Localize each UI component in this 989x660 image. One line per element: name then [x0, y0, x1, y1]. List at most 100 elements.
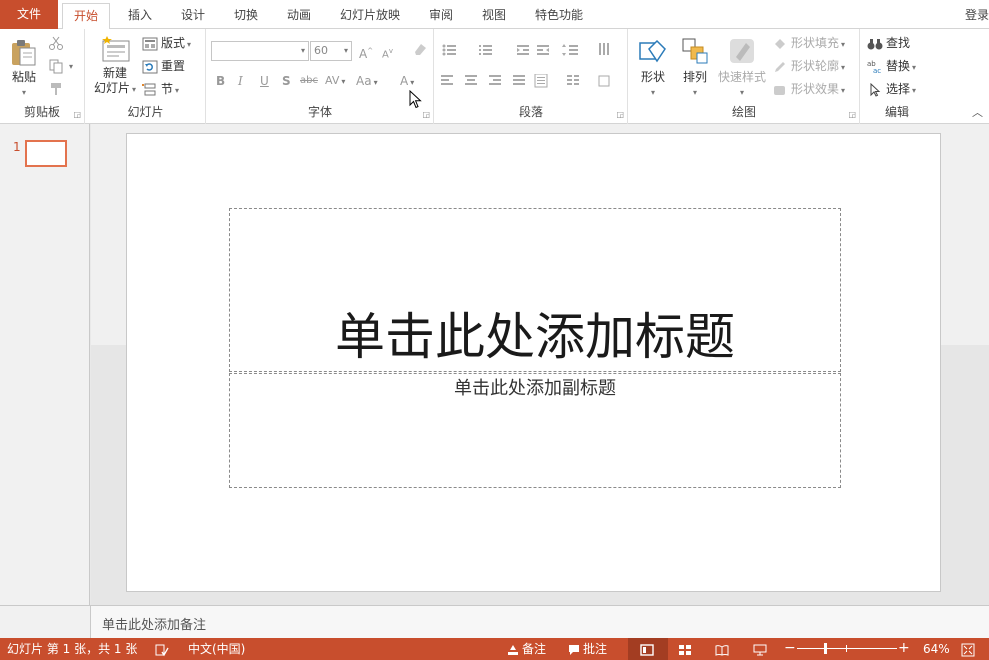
slide-count-status[interactable]: 幻灯片 第 1 张，共 1 张	[7, 641, 137, 657]
title-placeholder[interactable]: 单击此处添加标题	[229, 208, 841, 372]
layout-label: 版式	[161, 36, 186, 50]
section-label: 节	[161, 82, 174, 96]
reset-label: 重置	[161, 59, 186, 73]
drawing-group: 形状 ▾ 排列 ▾ 快速样式 ▾ 形状填充 ▾ 形状轮廓 ▾ 形状效果 ▾ 绘图…	[629, 29, 860, 124]
notes-pane[interactable]: 单击此处添加备注	[91, 605, 989, 638]
select-button[interactable]: 选择 ▾	[867, 80, 916, 100]
find-button[interactable]: 查找	[867, 34, 910, 52]
login-link[interactable]: 登录	[965, 6, 989, 23]
title-placeholder-text: 单击此处添加标题	[335, 308, 735, 366]
shapes-label: 形状	[640, 70, 665, 84]
format-painter-button[interactable]	[48, 79, 67, 97]
slide-canvas[interactable]: 单击此处添加标题 单击此处添加副标题	[126, 133, 941, 592]
spell-check-status[interactable]	[155, 641, 172, 657]
copy-button[interactable]: ▾	[48, 56, 73, 76]
layout-icon	[142, 37, 158, 50]
binoculars-icon	[867, 38, 883, 49]
find-label: 查找	[886, 36, 911, 50]
normal-view-button[interactable]	[640, 641, 657, 657]
paste-label: 粘贴	[11, 70, 36, 84]
new-slide-icon	[102, 36, 130, 62]
fit-window-icon	[961, 643, 975, 656]
change-case-button[interactable]: Aa ▾	[356, 72, 378, 92]
zoom-slider-thumb[interactable]	[824, 643, 827, 654]
zoom-level[interactable]: 64%	[923, 641, 950, 657]
pen-icon	[775, 61, 785, 72]
font-launcher-icon[interactable]: ◲	[422, 110, 430, 119]
notes-icon	[508, 644, 518, 655]
zoom-slider-center-tick	[846, 645, 847, 652]
editing-group: 查找 ab ac 替换 ▾ 选择 ▾ 编辑	[861, 29, 933, 124]
shape-outline-label: 形状轮廓	[791, 59, 840, 73]
drawing-launcher-icon[interactable]: ◲	[848, 110, 856, 119]
shape-effects-icon	[774, 85, 785, 95]
decrease-font-size-button[interactable]: Av	[382, 42, 393, 64]
slide-sorter-icon	[679, 644, 691, 655]
paste-dropdown-arrow[interactable]: ▾	[7, 85, 41, 100]
tab-design[interactable]: 设计	[181, 6, 205, 24]
quick-styles-button[interactable]: 快速样式 ▾	[715, 35, 769, 100]
slideshow-icon	[753, 644, 767, 655]
tab-home[interactable]: 开始	[62, 3, 111, 30]
comments-toggle[interactable]: 批注	[568, 641, 607, 657]
subtitle-placeholder[interactable]: 单击此处添加副标题	[229, 373, 841, 488]
language-status[interactable]: 中文(中国)	[188, 641, 245, 657]
shapes-button[interactable]: 形状 ▾	[633, 35, 673, 100]
new-slide-button[interactable]: 新建 幻灯片 ▾	[90, 35, 140, 97]
paragraph-launcher-icon[interactable]: ◲	[616, 110, 624, 119]
shape-fill-button[interactable]: 形状填充 ▾	[772, 34, 845, 54]
notes-toggle[interactable]: 备注	[507, 641, 546, 657]
collapse-ribbon-icon[interactable]: ︿	[972, 104, 983, 120]
zoom-in-button[interactable]: +	[898, 641, 910, 656]
tab-file[interactable]: 文件	[0, 0, 58, 29]
slide-sorter-button[interactable]	[678, 641, 695, 657]
zoom-out-button[interactable]: −	[784, 641, 796, 656]
thumbnail-number: 1	[13, 140, 21, 154]
zoom-slider-track[interactable]	[797, 648, 897, 649]
cut-button[interactable]	[48, 33, 67, 51]
tab-view[interactable]: 视图	[482, 6, 506, 24]
reading-view-icon	[715, 644, 729, 656]
tab-transitions[interactable]: 切换	[234, 6, 258, 24]
tab-slideshow[interactable]: 幻灯片放映	[340, 6, 400, 24]
tab-insert[interactable]: 插入	[128, 6, 152, 24]
font-group: ▾ 60 ▾ A^ Av B I U S abc AV ▾ Aa ▾ A ▾ 字体 ◲	[207, 29, 434, 124]
slides-group-label: 幻灯片	[127, 105, 164, 119]
slide-thumbnail[interactable]	[25, 140, 67, 167]
increase-font-size-button[interactable]: A^	[359, 42, 373, 63]
slides-group: 新建 幻灯片 ▾ 版式 ▾ 重置 节 ▾ 幻灯片	[86, 29, 206, 124]
slideshow-view-button[interactable]	[753, 641, 770, 657]
arrange-icon	[682, 38, 708, 64]
strikethrough-button[interactable]: abc	[300, 72, 318, 90]
tab-features[interactable]: 特色功能	[535, 6, 583, 24]
paste-icon	[12, 40, 36, 66]
italic-button[interactable]: I	[238, 72, 243, 90]
tab-review[interactable]: 审阅	[429, 6, 453, 24]
clear-formatting-button[interactable]	[412, 41, 428, 62]
reset-button[interactable]: 重置	[142, 57, 185, 75]
select-label: 选择	[886, 82, 911, 96]
arrange-button[interactable]: 排列 ▾	[675, 35, 715, 100]
replace-button[interactable]: ab ac 替换 ▾	[867, 57, 916, 77]
shape-effects-button[interactable]: 形状效果 ▾	[772, 80, 845, 100]
paste-button[interactable]: 粘贴 ▾	[7, 37, 41, 100]
text-shadow-button[interactable]: S	[282, 72, 291, 90]
font-size-combobox[interactable]: 60 ▾	[310, 41, 352, 61]
ribbon: 粘贴 ▾ ▾ 剪贴板 ◲ 新建 幻灯片 ▾ 版式 ▾ 重置 节 ▾ 幻灯片 ▾ …	[0, 29, 989, 124]
bold-button[interactable]: B	[216, 72, 225, 90]
clipboard-launcher-icon[interactable]: ◲	[73, 110, 81, 119]
reading-view-button[interactable]	[715, 641, 732, 657]
font-name-combobox[interactable]: ▾	[211, 41, 309, 61]
font-color-button[interactable]: A ▾	[400, 72, 414, 92]
layout-button[interactable]: 版式 ▾	[142, 34, 191, 54]
clipboard-group-label: 剪贴板	[23, 105, 60, 119]
shape-outline-button[interactable]: 形状轮廓 ▾	[772, 57, 845, 77]
fit-to-window-button[interactable]	[961, 641, 978, 657]
tab-animations[interactable]: 动画	[287, 6, 311, 24]
paragraph-row2-icons	[441, 74, 610, 88]
underline-button[interactable]: U	[260, 72, 269, 90]
section-button[interactable]: 节 ▾	[142, 80, 179, 100]
character-spacing-button[interactable]: AV ▾	[325, 72, 345, 91]
svg-text:ac: ac	[873, 67, 881, 74]
shapes-icon	[639, 39, 666, 63]
